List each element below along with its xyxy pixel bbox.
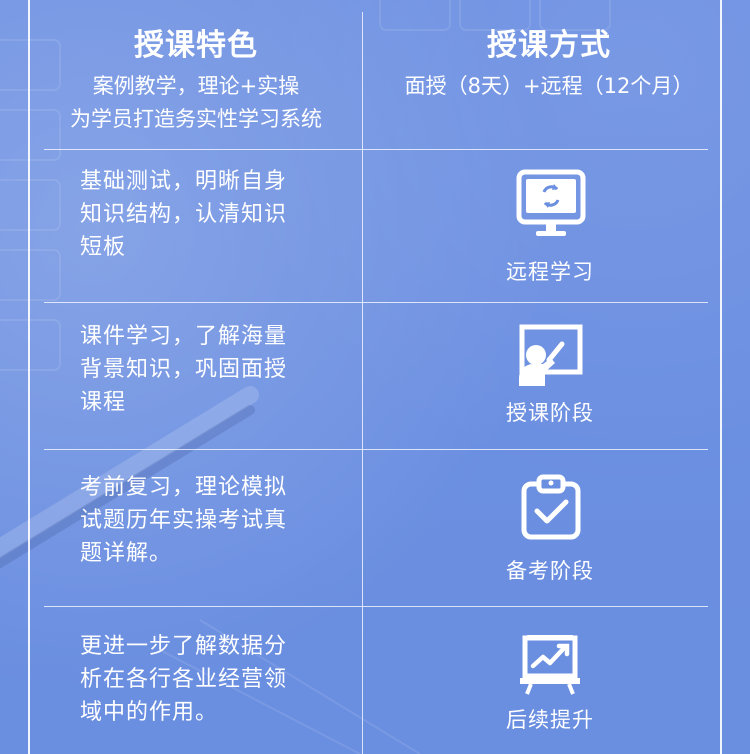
row-3-description: 考前复习，理论模拟 试题历年实操考试真 题详解。 xyxy=(80,475,288,566)
row-3-label: 备考阶段 xyxy=(506,559,594,583)
row-1-description: 基础测试，明晰自身 知识结构，认清知识 短板 xyxy=(80,169,288,260)
row-divider xyxy=(44,606,708,607)
teacher-board-icon xyxy=(519,324,583,386)
course-features-panel: 授课特色 案例教学，理论+实操 为学员打造务实性学习系统 授课方式 面授（8天）… xyxy=(0,0,750,754)
growth-chart-board-icon xyxy=(520,635,580,695)
left-header-subtitle-line2: 为学员打造务实性学习系统 xyxy=(70,107,322,131)
row-divider xyxy=(44,302,708,303)
left-header-subtitle-line1: 案例教学，理论+实操 xyxy=(92,74,300,98)
row-divider xyxy=(44,149,708,150)
left-header-title: 授课特色 xyxy=(134,28,258,63)
row-2-label: 授课阶段 xyxy=(506,401,594,425)
row-4-label: 后续提升 xyxy=(506,708,594,732)
row-1-label: 远程学习 xyxy=(506,260,594,284)
row-divider xyxy=(44,449,708,450)
column-divider xyxy=(362,12,363,754)
clipboard-check-icon xyxy=(521,474,581,540)
row-4-description: 更进一步了解数据分 析在各行各业经营领 域中的作用。 xyxy=(80,634,288,725)
right-header-title: 授课方式 xyxy=(487,28,611,63)
monitor-sync-icon xyxy=(516,169,586,236)
right-header-subtitle: 面授（8天）+远程（12个月） xyxy=(404,74,694,98)
row-2-description: 课件学习，了解海量 背景知识，巩固面授 课程 xyxy=(80,324,288,415)
